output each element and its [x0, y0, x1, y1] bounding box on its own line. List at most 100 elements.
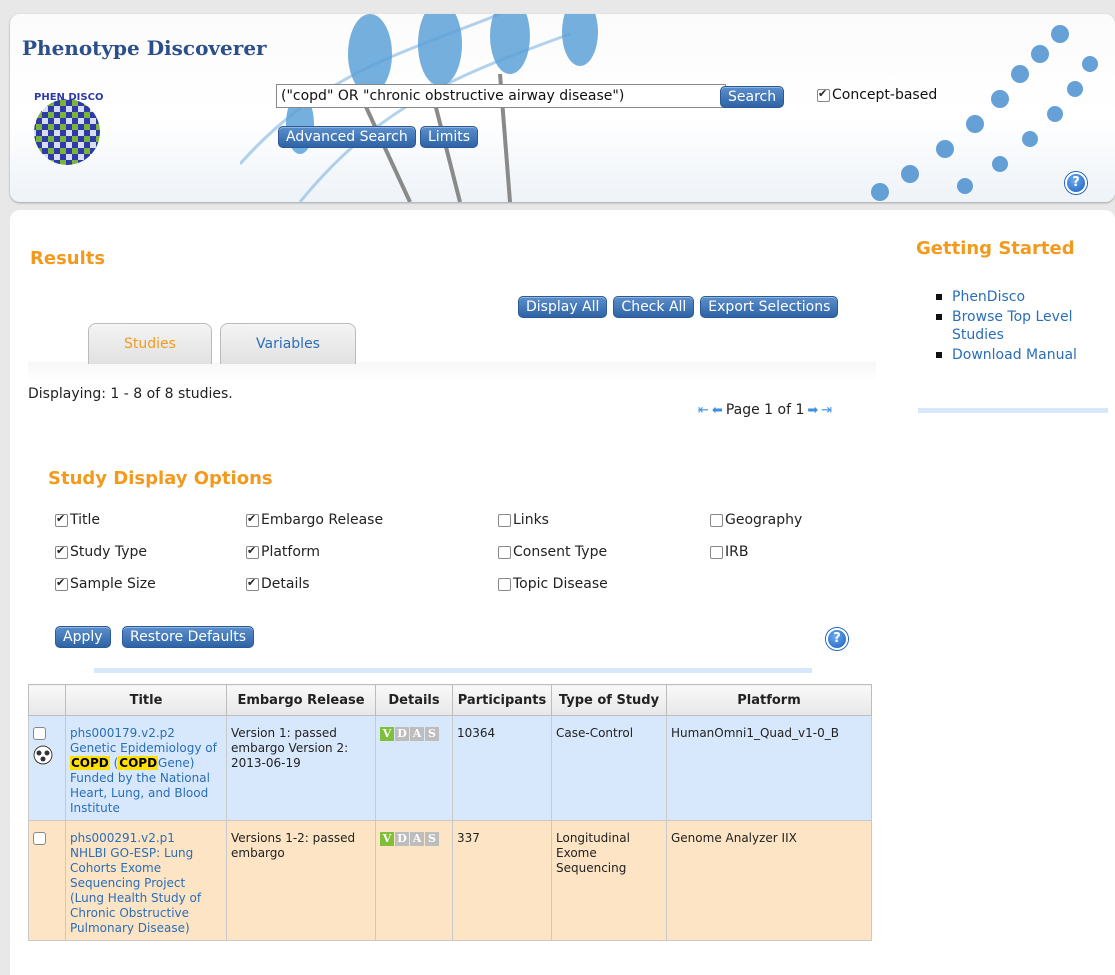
- option-sample-size[interactable]: Sample Size: [55, 576, 156, 592]
- next-page-icon[interactable]: ➡: [807, 403, 818, 418]
- display-all-button[interactable]: Display All: [518, 296, 608, 318]
- tab-studies[interactable]: Studies: [88, 323, 212, 364]
- option-details[interactable]: Details: [246, 576, 310, 592]
- column-header-embargo[interactable]: Embargo Release: [226, 684, 376, 716]
- option-platform[interactable]: Platform: [246, 544, 320, 560]
- getting-started-list: PhenDisco Browse Top Level Studies Downl…: [932, 288, 1102, 366]
- result-actions: Display All Check All Export Selections: [518, 296, 839, 318]
- apply-button[interactable]: Apply: [55, 626, 111, 648]
- checkbox-icon[interactable]: [498, 577, 511, 591]
- search-input[interactable]: ("copd" OR "chronic obstructive airway d…: [276, 84, 726, 108]
- datasets-badge[interactable]: S: [425, 727, 439, 741]
- tab-variables[interactable]: Variables: [220, 323, 356, 364]
- study-title-link[interactable]: NHLBI GO-ESP: Lung Cohorts Exome Sequenc…: [70, 846, 201, 935]
- checkbox-icon[interactable]: [55, 576, 68, 591]
- browse-studies-link[interactable]: Browse Top Level Studies: [952, 309, 1072, 343]
- checkbox-icon[interactable]: [710, 513, 723, 527]
- getting-started-item: Browse Top Level Studies: [932, 308, 1102, 344]
- phendisco-link[interactable]: PhenDisco: [952, 289, 1025, 305]
- option-label: Sample Size: [70, 576, 156, 592]
- getting-started-heading: Getting Started: [916, 238, 1075, 259]
- concept-based-checkbox[interactable]: Concept-based: [817, 87, 937, 103]
- phendisco-logo: PHEN DISCO: [34, 92, 103, 165]
- option-label: Title: [70, 512, 101, 528]
- variables-badge[interactable]: V: [380, 727, 394, 741]
- network-icon[interactable]: [33, 745, 53, 765]
- table-row: phs000291.v2.p1 NHLBI GO-ESP: Lung Cohor…: [28, 820, 872, 941]
- option-embargo-release[interactable]: Embargo Release: [246, 512, 383, 528]
- checkbox-icon[interactable]: [498, 545, 511, 559]
- search-button[interactable]: Search: [720, 86, 785, 108]
- limits-button[interactable]: Limits: [420, 126, 478, 148]
- checkbox-icon[interactable]: [246, 512, 259, 527]
- site-title: Phenotype Discoverer: [22, 36, 267, 60]
- study-type-cell: Longitudinal Exome Sequencing: [551, 820, 667, 941]
- funding-text: Funded by the National Heart, Lung, and …: [70, 771, 210, 815]
- study-type-cell: Case-Control: [551, 715, 667, 821]
- option-study-type[interactable]: Study Type: [55, 544, 147, 560]
- embargo-cell: Versions 1-2: passed embargo: [226, 820, 376, 941]
- divider: [918, 408, 1108, 413]
- row-checkbox[interactable]: [33, 727, 46, 740]
- option-title[interactable]: Title: [55, 512, 100, 528]
- option-label: Study Type: [70, 544, 148, 560]
- checkbox-icon[interactable]: [498, 513, 511, 527]
- option-label: Embargo Release: [261, 512, 384, 528]
- svg-text:PHEN DISCO: PHEN DISCO: [34, 92, 103, 103]
- study-title-link[interactable]: Genetic Epidemiology of COPD (COPDGene): [70, 741, 217, 770]
- table-row: phs000179.v2.p2 Genetic Epidemiology of …: [28, 715, 872, 821]
- advanced-search-button[interactable]: Advanced Search: [278, 126, 416, 148]
- checkbox-icon[interactable]: [55, 544, 68, 559]
- option-geography[interactable]: Geography: [710, 512, 802, 528]
- checkbox-icon[interactable]: [246, 576, 259, 591]
- tab-strip: [28, 362, 876, 382]
- checkbox-icon[interactable]: [817, 87, 830, 102]
- help-icon[interactable]: ?: [826, 628, 848, 650]
- row-checkbox[interactable]: [33, 832, 46, 845]
- option-label: Platform: [261, 544, 321, 560]
- embargo-cell: Version 1: passed embargo Version 2: 201…: [226, 715, 376, 821]
- platform-cell: HumanOmni1_Quad_v1-0_B: [666, 715, 872, 821]
- option-links[interactable]: Links: [498, 512, 549, 528]
- option-consent-type[interactable]: Consent Type: [498, 544, 607, 560]
- study-id-link[interactable]: phs000291.v2.p1: [70, 831, 175, 845]
- search-highlight: COPD: [70, 756, 110, 770]
- documents-badge[interactable]: D: [395, 832, 409, 846]
- check-all-button[interactable]: Check All: [613, 296, 695, 318]
- option-label: Topic Disease: [513, 576, 608, 592]
- title-text: (: [109, 756, 119, 770]
- help-icon[interactable]: ?: [1065, 172, 1087, 194]
- analyses-badge[interactable]: A: [410, 727, 424, 741]
- prev-page-icon[interactable]: ⬅: [712, 403, 723, 418]
- results-table: Title Embargo Release Details Participan…: [28, 684, 872, 941]
- datasets-badge[interactable]: S: [425, 832, 439, 846]
- option-irb[interactable]: IRB: [710, 544, 748, 560]
- column-header-details[interactable]: Details: [375, 684, 453, 716]
- details-cell: VDAS: [375, 715, 453, 821]
- table-header-row: Title Embargo Release Details Participan…: [28, 684, 872, 716]
- results-count: Displaying: 1 - 8 of 8 studies.: [28, 386, 233, 402]
- column-header-platform[interactable]: Platform: [666, 684, 872, 716]
- study-id-link[interactable]: phs000179.v2.p2: [70, 726, 175, 740]
- checkbox-icon[interactable]: [246, 544, 259, 559]
- restore-defaults-button[interactable]: Restore Defaults: [122, 626, 255, 648]
- title-cell: phs000179.v2.p2 Genetic Epidemiology of …: [65, 715, 227, 821]
- option-label: Consent Type: [513, 544, 608, 560]
- column-header-type[interactable]: Type of Study: [551, 684, 667, 716]
- export-selections-button[interactable]: Export Selections: [700, 296, 839, 318]
- download-manual-link[interactable]: Download Manual: [952, 347, 1077, 363]
- checkbox-icon[interactable]: [710, 545, 723, 559]
- first-page-icon[interactable]: ⇤: [698, 403, 709, 418]
- analyses-badge[interactable]: A: [410, 832, 424, 846]
- variables-badge[interactable]: V: [380, 832, 394, 846]
- column-header-title[interactable]: Title: [65, 684, 227, 716]
- checkbox-icon[interactable]: [55, 512, 68, 527]
- option-topic-disease[interactable]: Topic Disease: [498, 576, 608, 592]
- select-cell: [28, 820, 66, 941]
- main-content: Results Display All Check All Export Sel…: [10, 210, 1115, 975]
- column-header-participants[interactable]: Participants: [452, 684, 552, 716]
- title-cell: phs000291.v2.p1 NHLBI GO-ESP: Lung Cohor…: [65, 820, 227, 941]
- select-cell: [28, 715, 66, 821]
- last-page-icon[interactable]: ⇥: [821, 403, 832, 418]
- documents-badge[interactable]: D: [395, 727, 409, 741]
